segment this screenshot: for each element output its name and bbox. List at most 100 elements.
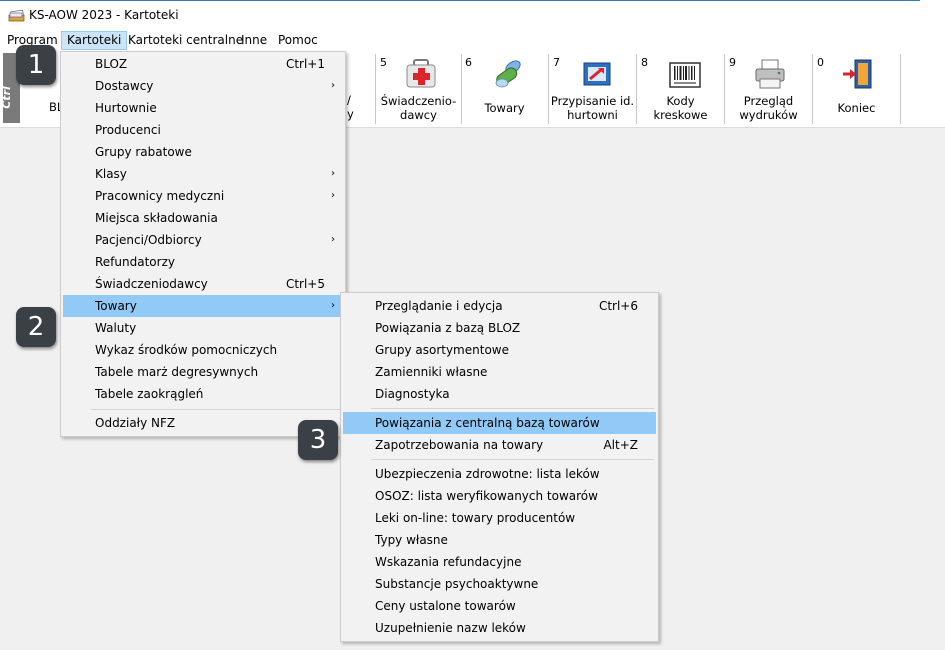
- menu-item-label: Ceny ustalone towarów: [375, 599, 516, 613]
- menu-item-hurtownie[interactable]: Hurtownie: [63, 97, 343, 119]
- submenu-arrow-icon: ›: [331, 234, 335, 245]
- toolbar-number: 6: [465, 56, 472, 69]
- menu-item-label: Przeglądanie i edycja: [375, 299, 503, 313]
- submenu-item-powiazania-bloz[interactable]: Powiązania z bazą BLOZ: [343, 317, 656, 339]
- toolbar-label: Kody kreskowe: [653, 94, 708, 122]
- submenu-item-typy-wlasne[interactable]: Typy własne: [343, 529, 656, 551]
- shortcut-label: Alt+Z: [603, 438, 638, 452]
- submenu-item-wskazania[interactable]: Wskazania refundacyjne: [343, 551, 656, 573]
- menu-item-label: Pracownicy medyczni: [95, 189, 225, 203]
- toolbar-number: 9: [729, 56, 736, 69]
- step-badge-2: 2: [16, 307, 56, 347]
- menu-item-label: Grupy rabatowe: [95, 145, 192, 159]
- menu-item-label: Miejsca składowania: [95, 211, 218, 225]
- menu-item-label: Refundatorzy: [95, 255, 175, 269]
- menu-item-klasy[interactable]: Klasy ›: [63, 163, 343, 185]
- window-title: KS-AOW 2023 - Kartoteki: [29, 8, 179, 22]
- menu-separator: [371, 408, 654, 409]
- exit-door-icon: [843, 59, 872, 89]
- menu-item-bloz[interactable]: BLOZ Ctrl+1: [63, 53, 343, 75]
- submenu-item-zamienniki[interactable]: Zamienniki własne: [343, 361, 656, 383]
- menu-item-tabele-zaokraglen[interactable]: Tabele zaokrągleń: [63, 383, 343, 405]
- menu-item-label: Grupy asortymentowe: [375, 343, 509, 357]
- menu-separator: [371, 459, 654, 460]
- menu-item-label: Tabele marż degresywnych: [95, 365, 259, 379]
- submenu-item-ceny-ustalone[interactable]: Ceny ustalone towarów: [343, 595, 656, 617]
- submenu-item-ubezpieczenia[interactable]: Ubezpieczenia zdrowotne: lista leków: [343, 463, 656, 485]
- shortcut-label: Ctrl+1: [285, 57, 325, 71]
- menu-item-label: Tabele zaokrągleń: [95, 387, 204, 401]
- menu-item-grupy-rabatowe[interactable]: Grupy rabatowe: [63, 141, 343, 163]
- toolbar-button-przypisanie-id[interactable]: 7 Przypisanie id. hurtowni: [549, 54, 637, 124]
- menu-item-label: Klasy: [95, 167, 127, 181]
- menu-item-waluty[interactable]: Waluty: [63, 317, 343, 339]
- menu-pomoc[interactable]: Pomoc: [273, 31, 323, 50]
- menu-item-miejsca-skladowania[interactable]: Miejsca składowania: [63, 207, 343, 229]
- toolbar-button-przeglad-wydrukow[interactable]: 9 Przegląd wydruków: [725, 54, 813, 124]
- shortcut-label: Ctrl+5: [285, 277, 325, 291]
- submenu-item-leki-online[interactable]: Leki on-line: towary producentów: [343, 507, 656, 529]
- toolbar-label: Przegląd wydruków: [739, 94, 798, 122]
- menu-item-tabele-marz[interactable]: Tabele marż degresywnych: [63, 361, 343, 383]
- menu-item-label: Waluty: [95, 321, 137, 335]
- menu-item-producenci[interactable]: Producenci: [63, 119, 343, 141]
- menu-kartoteki[interactable]: Kartoteki: [61, 31, 128, 50]
- toolbar-button-kody-kreskowe[interactable]: 8 Kody kreskowe: [637, 54, 725, 124]
- app-icon: [8, 9, 25, 22]
- submenu-item-uzupelnienie[interactable]: Uzupełnienie nazw leków: [343, 617, 656, 639]
- menu-item-label: Typy własne: [375, 533, 448, 547]
- submenu-arrow-icon: ›: [331, 168, 335, 179]
- menu-item-label: Oddziały NFZ: [95, 416, 176, 430]
- assign-id-icon: [583, 62, 611, 86]
- menu-item-wykaz-srodkow[interactable]: Wykaz środków pomocniczych: [63, 339, 343, 361]
- menu-item-dostawcy[interactable]: Dostawcy ›: [63, 75, 343, 97]
- menu-item-towary[interactable]: Towary ›: [63, 295, 343, 317]
- menu-bar: Program Kartoteki Kartoteki centralne In…: [0, 31, 945, 51]
- toolbar-label: Przypisanie id. hurtowni: [550, 94, 635, 122]
- menu-item-label: Hurtownie: [95, 101, 157, 115]
- menu-item-label: Towary: [95, 299, 137, 313]
- submenu-item-przegladanie[interactable]: Przeglądanie i edycja Ctrl+6: [343, 295, 656, 317]
- menu-item-pracownicy-medyczni[interactable]: Pracownicy medyczni ›: [63, 185, 343, 207]
- medical-kit-icon: [406, 59, 436, 88]
- menu-item-label: Powiązania z centralną bazą towarów: [375, 416, 600, 430]
- menu-item-label: Dostawcy: [95, 79, 154, 93]
- toolbar-button-swiadczeniodawcy[interactable]: 5 Świadczenio- dawcy: [375, 54, 462, 124]
- toolbar-button-towary[interactable]: 6 Towary: [461, 54, 549, 124]
- menu-item-swiadczeniodawcy[interactable]: Świadczeniodawcy Ctrl+5: [63, 273, 343, 295]
- menu-item-label: Uzupełnienie nazw leków: [375, 621, 526, 635]
- step-badge-1: 1: [16, 45, 56, 85]
- printer-icon: [755, 59, 785, 89]
- toolbar-partial-label-y: y: [347, 107, 354, 121]
- submenu-item-substancje[interactable]: Substancje psychoaktywne: [343, 573, 656, 595]
- toolbar-number: 7: [553, 56, 560, 69]
- submenu-item-grupy-asortymentowe[interactable]: Grupy asortymentowe: [343, 339, 656, 361]
- submenu-item-osoz[interactable]: OSOZ: lista weryfikowanych towarów: [343, 485, 656, 507]
- submenu-item-zapotrzebowania[interactable]: Zapotrzebowania na towary Alt+Z: [343, 434, 656, 456]
- menu-item-refundatorzy[interactable]: Refundatorzy: [63, 251, 343, 273]
- submenu-item-diagnostyka[interactable]: Diagnostyka: [343, 383, 656, 405]
- toolbar-label: Koniec: [837, 101, 876, 115]
- menu-inne[interactable]: Inne: [236, 31, 272, 50]
- title-accent-line: [0, 0, 920, 1]
- menu-item-label: Producenci: [95, 123, 161, 137]
- submenu-arrow-icon: ›: [331, 300, 335, 311]
- submenu-arrow-icon: ›: [331, 80, 335, 91]
- menu-item-label: BLOZ: [95, 57, 128, 71]
- toolbar-button-koniec[interactable]: 0 Koniec: [813, 54, 901, 124]
- menu-separator: [91, 409, 341, 410]
- ctrl-label: Ctrl: [0, 86, 13, 109]
- menu-item-label: Substancje psychoaktywne: [375, 577, 539, 591]
- submenu-item-powiazania-centralna[interactable]: Powiązania z centralną bazą towarów: [343, 412, 656, 434]
- step-badge-3: 3: [298, 420, 338, 460]
- menu-item-label: Świadczeniodawcy: [95, 277, 208, 291]
- menu-kartoteki-centralne[interactable]: Kartoteki centralne: [123, 31, 248, 50]
- barcode-icon: [669, 62, 701, 88]
- menu-item-label: Zamienniki własne: [375, 365, 488, 379]
- menu-item-label: Pacjenci/Odbiorcy: [95, 233, 202, 247]
- menu-item-pacjenci-odbiorcy[interactable]: Pacjenci/Odbiorcy ›: [63, 229, 343, 251]
- submenu-arrow-icon: ›: [331, 190, 335, 201]
- menu-item-label: Wskazania refundacyjne: [375, 555, 522, 569]
- menu-item-label: Leki on-line: towary producentów: [375, 511, 576, 525]
- menu-item-label: Zapotrzebowania na towary: [375, 438, 544, 452]
